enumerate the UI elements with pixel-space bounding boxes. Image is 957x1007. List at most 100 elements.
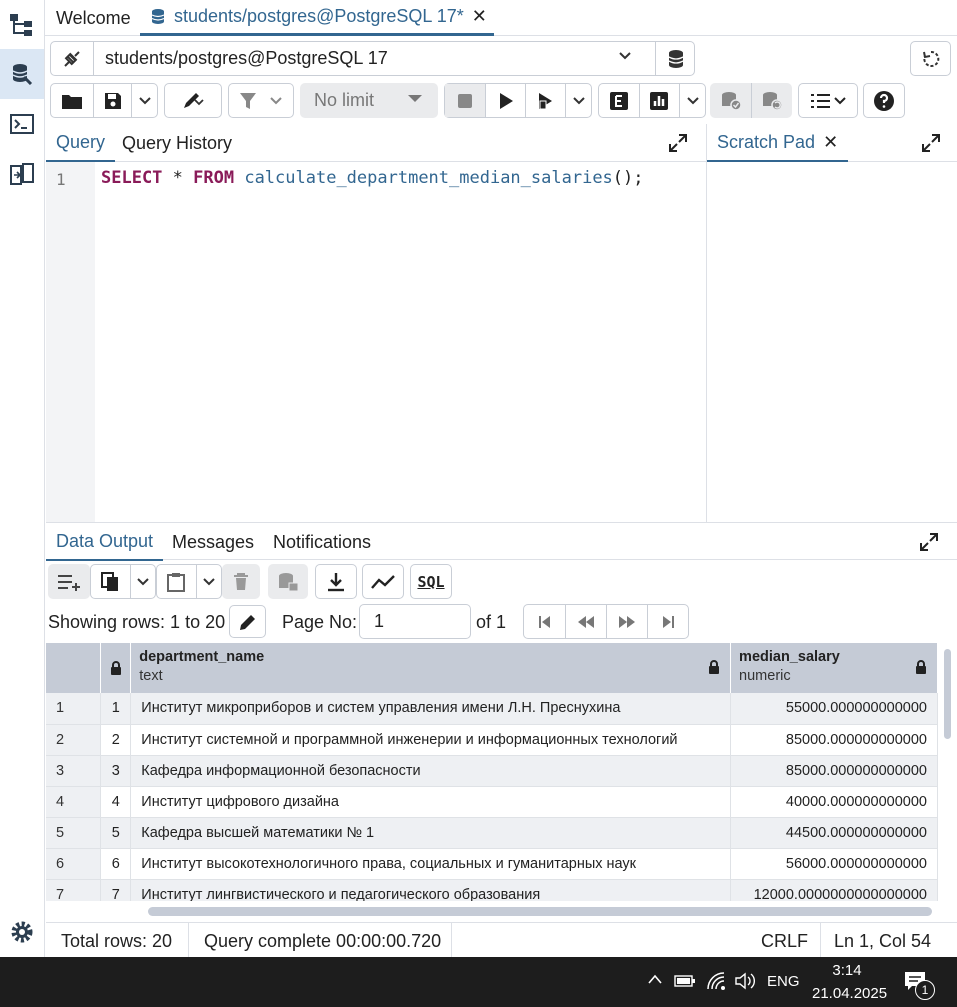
row-number[interactable]: 2 (46, 724, 102, 756)
scratch-pad-textarea[interactable] (707, 162, 957, 522)
language-indicator[interactable]: ENG (767, 973, 800, 990)
edit-rows-button[interactable] (229, 605, 266, 638)
tab-query[interactable]: students/postgres@PostgreSQL 17* ✕ (140, 0, 494, 36)
macros-button[interactable] (798, 83, 858, 118)
connection-selector[interactable]: students/postgres@PostgreSQL 17 (50, 41, 695, 76)
tab-data-output[interactable]: Data Output (46, 523, 164, 561)
add-row-button[interactable] (48, 564, 90, 599)
table-row[interactable]: 7 7 Институт лингвистического и педагоги… (46, 879, 938, 901)
table-row[interactable]: 6 6 Институт высокотехнологичного права,… (46, 848, 938, 880)
row-number[interactable]: 7 (46, 879, 102, 901)
query-tool-icon[interactable] (0, 49, 44, 99)
row-number[interactable]: 5 (46, 817, 102, 849)
page-number-input[interactable]: 1 (359, 604, 471, 639)
table-row[interactable]: 2 2 Институт системной и программной инж… (46, 724, 938, 756)
tab-scratch-pad[interactable]: Scratch Pad ✕ (707, 124, 849, 162)
row-number[interactable]: 3 (46, 755, 102, 787)
wifi-icon[interactable] (706, 971, 726, 991)
first-page-icon[interactable] (524, 605, 565, 638)
close-icon[interactable]: ✕ (472, 6, 487, 27)
department-name-cell[interactable]: Институт высокотехнологичного права, соц… (130, 848, 732, 880)
median-salary-cell[interactable]: 56000.000000000000 (730, 848, 938, 880)
chevron-down-icon[interactable] (131, 84, 157, 117)
battery-icon[interactable] (674, 973, 696, 989)
copy-icon[interactable] (91, 571, 130, 592)
median-salary-cell[interactable]: 85000.000000000000 (730, 755, 938, 787)
edit-button[interactable] (164, 83, 222, 118)
table-row[interactable]: 1 1 Институт микроприборов и систем упра… (46, 693, 938, 725)
median-salary-cell[interactable]: 55000.000000000000 (730, 693, 938, 725)
help-button[interactable] (863, 83, 905, 118)
save-file-icon[interactable] (93, 84, 131, 117)
department-name-cell[interactable]: Институт системной и программной инженер… (130, 724, 732, 756)
median-salary-cell[interactable]: 44500.000000000000 (730, 817, 938, 849)
chevron-up-icon[interactable] (648, 974, 662, 984)
chevron-down-icon[interactable] (269, 94, 283, 108)
scrollbar-thumb[interactable] (944, 649, 951, 739)
median-salary-cell[interactable]: 40000.000000000000 (730, 786, 938, 818)
chevron-down-icon[interactable] (565, 84, 591, 117)
filter-button[interactable] (228, 83, 294, 118)
horizontal-scrollbar[interactable] (46, 901, 957, 922)
save-data-button[interactable] (268, 564, 308, 599)
execute-script-icon[interactable] (525, 84, 565, 117)
row-limit-select[interactable]: No limit (300, 83, 438, 118)
department-name-cell[interactable]: Институт микроприборов и систем управлен… (130, 693, 732, 725)
department-name-cell[interactable]: Институт цифрового дизайна (130, 786, 732, 818)
median-salary-cell[interactable]: 12000.0000000000000000 (730, 879, 938, 901)
maximize-icon[interactable] (919, 523, 939, 561)
row-index-cell[interactable]: 4 (100, 786, 132, 818)
table-row[interactable]: 4 4 Институт цифрового дизайна 40000.000… (46, 786, 938, 818)
last-page-icon[interactable] (647, 605, 688, 638)
commit-icon[interactable] (710, 91, 751, 111)
row-index-cell[interactable]: 3 (100, 755, 132, 787)
tab-messages[interactable]: Messages (172, 523, 254, 561)
volume-icon[interactable] (735, 972, 757, 990)
open-file-icon[interactable] (51, 93, 93, 109)
maximize-icon[interactable] (668, 124, 688, 162)
table-row[interactable]: 3 3 Кафедра информационной безопасности … (46, 755, 938, 787)
execute-icon[interactable] (484, 84, 526, 117)
stop-icon[interactable] (445, 84, 485, 117)
clock[interactable]: 3:14 21.04.2025 (812, 962, 887, 1002)
table-row[interactable]: 5 5 Кафедра высшей математики № 1 44500.… (46, 817, 938, 849)
sql-editor[interactable]: SELECT * FROM calculate_department_media… (101, 168, 644, 188)
tab-notifications[interactable]: Notifications (273, 523, 371, 561)
explain-analyze-icon[interactable] (638, 84, 680, 117)
graph-visualiser-button[interactable] (362, 564, 404, 599)
row-index-cell[interactable]: 1 (100, 693, 132, 725)
scrollbar-thumb[interactable] (148, 907, 932, 916)
row-number[interactable]: 1 (46, 693, 102, 725)
chevron-down-icon[interactable] (679, 84, 705, 117)
object-explorer-icon[interactable] (0, 0, 44, 50)
tab-welcome[interactable]: Welcome (56, 0, 131, 36)
row-index-cell[interactable]: 7 (100, 879, 132, 901)
close-icon[interactable]: ✕ (823, 132, 838, 153)
row-index-cell[interactable]: 5 (100, 817, 132, 849)
department-name-cell[interactable]: Кафедра высшей математики № 1 (130, 817, 732, 849)
sql-button[interactable]: SQL (410, 564, 452, 599)
tab-query-editor[interactable]: Query (46, 124, 116, 162)
row-index-cell[interactable]: 6 (100, 848, 132, 880)
paste-icon[interactable] (157, 572, 196, 592)
settings-gear-icon[interactable] (0, 907, 44, 957)
maximize-icon[interactable] (921, 133, 941, 153)
download-button[interactable] (315, 564, 357, 599)
row-number[interactable]: 4 (46, 786, 102, 818)
tab-query-history[interactable]: Query History (122, 124, 232, 162)
row-index-cell[interactable]: 2 (100, 724, 132, 756)
chevron-down-icon[interactable] (129, 565, 155, 598)
row-number-header[interactable] (46, 643, 102, 693)
delete-row-button[interactable] (222, 564, 260, 599)
chevron-down-icon[interactable] (195, 565, 221, 598)
schema-diff-icon[interactable] (0, 150, 44, 200)
previous-page-icon[interactable] (565, 605, 606, 638)
column-header-department-name[interactable]: department_name text (130, 643, 732, 693)
vertical-scrollbar[interactable] (938, 643, 957, 901)
department-name-cell[interactable]: Институт лингвистического и педагогическ… (130, 879, 732, 901)
new-connection-icon[interactable] (655, 42, 695, 75)
psql-tool-icon[interactable] (0, 99, 44, 149)
rollback-icon[interactable] (751, 83, 792, 118)
chevron-down-icon[interactable] (617, 48, 633, 64)
median-salary-cell[interactable]: 85000.000000000000 (730, 724, 938, 756)
